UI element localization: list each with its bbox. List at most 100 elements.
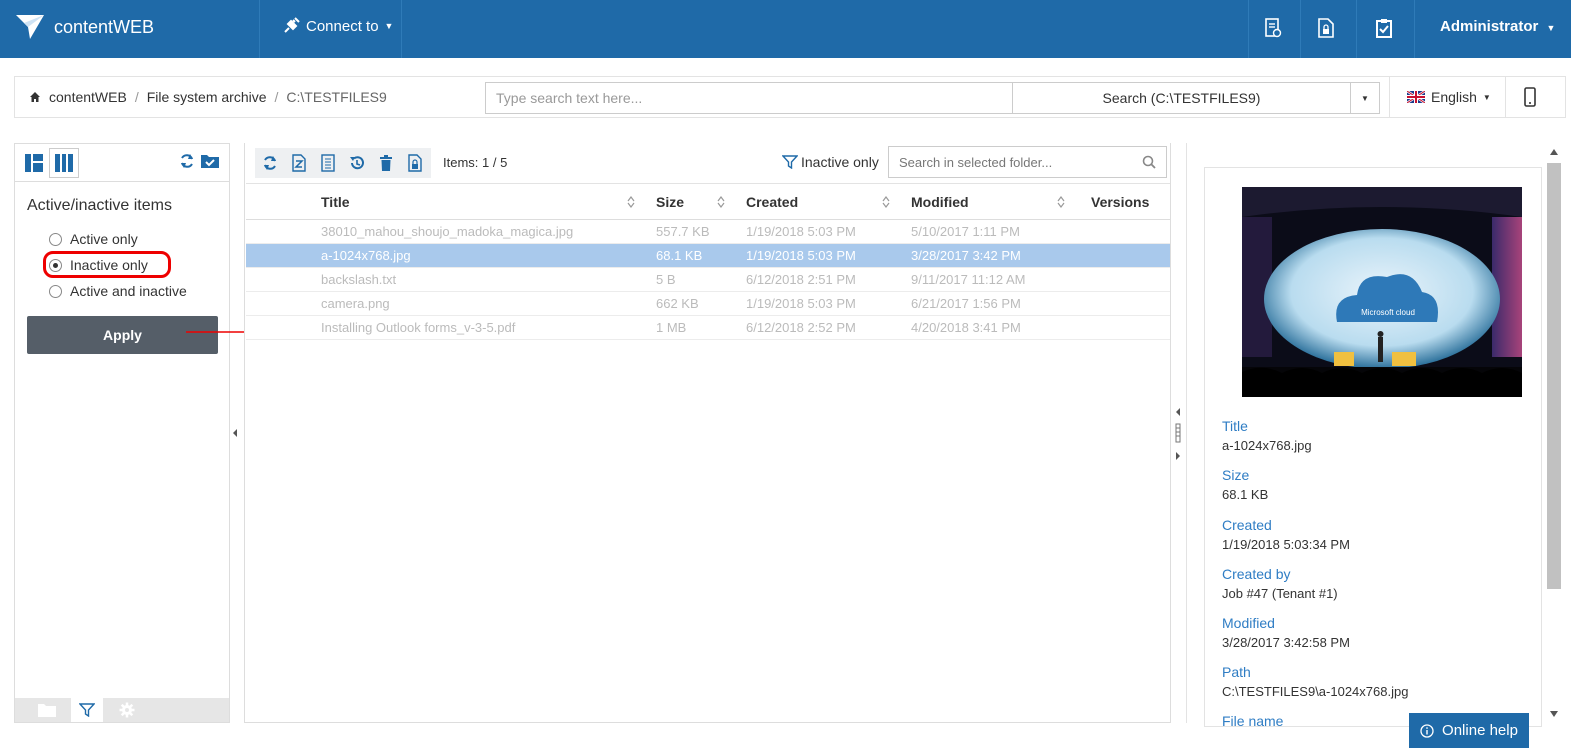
trash-icon[interactable] xyxy=(371,148,400,178)
divider xyxy=(259,0,260,58)
sort-icon[interactable] xyxy=(882,196,890,208)
tab-filter[interactable] xyxy=(71,698,103,722)
column-header-size[interactable]: Size xyxy=(656,183,746,220)
panel-tabs xyxy=(15,698,229,722)
radio-button[interactable] xyxy=(49,284,62,298)
contentweb-logo-icon xyxy=(16,15,44,39)
sort-icon[interactable] xyxy=(627,196,635,208)
property-value-created-by: Job #47 (Tenant #1) xyxy=(1222,586,1338,601)
language-selector[interactable]: English ▼ xyxy=(1407,89,1491,105)
table-row[interactable]: Installing Outlook forms_v-3-5.pdf 1 MB … xyxy=(246,315,1170,340)
clipboard-check-icon[interactable] xyxy=(1373,17,1395,39)
app-name: contentWEB xyxy=(54,16,155,37)
uk-flag-icon xyxy=(1407,91,1425,103)
folder-icon xyxy=(38,704,56,717)
column-label: Versions xyxy=(1091,193,1150,210)
table-row[interactable]: camera.png 662 KB 1/19/2018 5:03 PM 6/21… xyxy=(246,291,1170,316)
column-header-modified[interactable]: Modified xyxy=(911,183,1091,220)
column-header-created[interactable]: Created xyxy=(746,183,911,220)
property-label-size: Size xyxy=(1222,467,1250,483)
folder-check-icon[interactable] xyxy=(201,153,219,171)
app-logo[interactable]: contentWEB xyxy=(14,12,154,42)
chevron-down-icon: ▼ xyxy=(384,21,394,31)
breadcrumb-home[interactable]: contentWEB xyxy=(49,89,127,105)
top-navigation-bar: contentWEB Connect to ▼ Administrator ▼ xyxy=(0,0,1571,58)
search-options-dropdown[interactable]: ▼ xyxy=(1350,82,1380,114)
mobile-view-icon[interactable] xyxy=(1524,87,1536,110)
collapse-left-panel-icon[interactable] xyxy=(232,428,238,438)
column-label: Title xyxy=(321,193,350,210)
tree-view-button[interactable] xyxy=(19,148,49,178)
divider xyxy=(401,0,402,58)
folder-search-placeholder: Search in selected folder... xyxy=(899,154,1053,170)
tree-layout-icon xyxy=(25,154,43,172)
gear-icon xyxy=(119,702,135,718)
radio-active-only[interactable]: Active only xyxy=(49,231,138,247)
search-button[interactable]: Search (C:\TESTFILES9) xyxy=(1012,82,1351,114)
radio-button[interactable] xyxy=(49,232,62,246)
column-label: Size xyxy=(656,193,685,210)
column-label: Created xyxy=(746,193,799,210)
image-preview: Microsoft cloud xyxy=(1242,187,1522,397)
breadcrumb: contentWEB / File system archive / C:\TE… xyxy=(29,89,387,105)
column-view-button[interactable] xyxy=(49,148,79,178)
column-label: Modified xyxy=(911,193,969,210)
table-row-selected[interactable]: a-1024x768.jpg 68.1 KB 1/19/2018 5:03 PM… xyxy=(246,243,1170,268)
cell-versions xyxy=(1091,315,1170,340)
tab-settings[interactable] xyxy=(111,698,143,722)
property-value-modified: 3/28/2017 3:42:58 PM xyxy=(1222,635,1350,650)
column-header-title[interactable]: Title xyxy=(321,183,656,220)
breadcrumb-separator: / xyxy=(274,89,279,105)
cell-size: 5 B xyxy=(656,267,746,292)
user-menu[interactable]: Administrator ▼ xyxy=(1440,18,1555,35)
restore-history-icon[interactable] xyxy=(342,148,371,178)
resize-handle-right[interactable] xyxy=(1172,406,1184,462)
refresh-icon[interactable] xyxy=(255,148,284,178)
columns-icon xyxy=(55,154,73,172)
column-header-versions[interactable]: Versions xyxy=(1091,183,1170,220)
properties-scrollbar[interactable] xyxy=(1546,145,1562,723)
cell-created: 1/19/2018 5:03 PM xyxy=(746,219,911,244)
annotation-highlight-circle xyxy=(43,251,171,278)
breadcrumb-current-folder: C:\TESTFILES9 xyxy=(286,89,387,105)
cell-title: a-1024x768.jpg xyxy=(321,243,656,268)
table-header-row: Title Size Created Modified Versions xyxy=(246,183,1170,220)
document-lock-icon[interactable] xyxy=(1315,17,1337,39)
property-label-created-by: Created by xyxy=(1222,566,1291,582)
search-input[interactable]: Type search text here... xyxy=(485,82,1013,114)
property-value-created: 1/19/2018 5:03:34 PM xyxy=(1222,537,1350,552)
folder-search-input[interactable]: Search in selected folder... xyxy=(888,146,1167,178)
cell-versions xyxy=(1091,267,1170,292)
table-row[interactable]: 38010_mahou_shoujo_madoka_magica.jpg 557… xyxy=(246,219,1170,244)
divider xyxy=(1505,77,1506,117)
scroll-down-icon[interactable] xyxy=(1550,711,1558,717)
user-name: Administrator xyxy=(1440,18,1539,35)
document-lock-icon[interactable] xyxy=(400,148,429,178)
sort-icon[interactable] xyxy=(717,196,725,208)
sort-icon[interactable] xyxy=(1057,196,1065,208)
language-label: English xyxy=(1431,89,1477,105)
report-icon[interactable] xyxy=(1262,17,1284,39)
search-icon[interactable] xyxy=(1142,155,1156,169)
cell-versions xyxy=(1091,291,1170,316)
cell-size: 662 KB xyxy=(656,291,746,316)
row-icon-cell xyxy=(246,291,321,316)
breadcrumb-search-bar: contentWEB / File system archive / C:\TE… xyxy=(14,76,1566,118)
cell-created: 1/19/2018 5:03 PM xyxy=(746,243,911,268)
zip-file-icon[interactable] xyxy=(284,148,313,178)
file-toolbar: Items: 1 / 5 Inactive only Search in sel… xyxy=(245,143,1170,183)
row-icon-cell xyxy=(246,267,321,292)
scroll-up-icon[interactable] xyxy=(1550,149,1558,155)
file-list-icon[interactable] xyxy=(313,148,342,178)
property-label-path: Path xyxy=(1222,664,1251,680)
tab-folders[interactable] xyxy=(31,698,63,722)
active-filter-indicator[interactable]: Inactive only xyxy=(782,154,879,170)
breadcrumb-archive[interactable]: File system archive xyxy=(147,89,267,105)
refresh-icon[interactable] xyxy=(179,153,195,172)
property-value-path: C:\TESTFILES9\a-1024x768.jpg xyxy=(1222,684,1409,699)
connect-to-menu[interactable]: Connect to ▼ xyxy=(282,17,393,35)
scrollbar-thumb[interactable] xyxy=(1547,163,1561,589)
online-help-button[interactable]: Online help xyxy=(1409,713,1529,748)
table-row[interactable]: backslash.txt 5 B 6/12/2018 2:51 PM 9/11… xyxy=(246,267,1170,292)
radio-active-and-inactive[interactable]: Active and inactive xyxy=(49,283,187,299)
